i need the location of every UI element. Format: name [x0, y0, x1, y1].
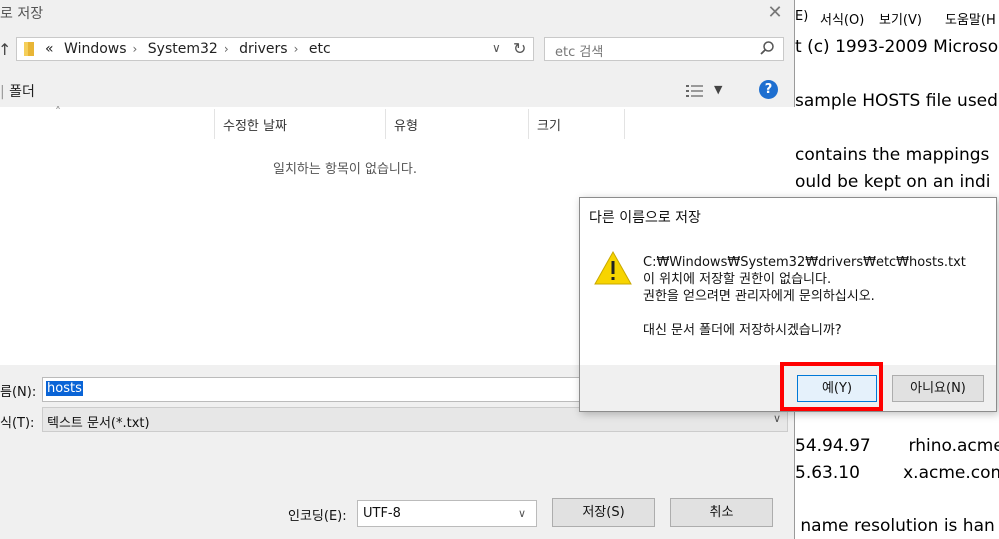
- close-icon[interactable]: ✕: [764, 2, 786, 24]
- menu-format[interactable]: 서식(O): [820, 9, 864, 28]
- warning-icon: [594, 250, 632, 285]
- column-header-size[interactable]: 크기: [537, 115, 561, 134]
- text-line: t (c) 1993-2009 Microso: [795, 37, 999, 57]
- search-placeholder: etc 검색: [555, 45, 604, 60]
- filename-value: hosts: [46, 381, 83, 396]
- breadcrumb-item[interactable]: etc: [309, 41, 331, 57]
- menu-edit[interactable]: E): [795, 9, 808, 24]
- breadcrumb-item[interactable]: Windows: [64, 41, 127, 57]
- encoding-value: UTF-8: [363, 506, 401, 521]
- chevron-down-icon[interactable]: ∨: [492, 41, 501, 55]
- encoding-label: 인코딩(E):: [288, 509, 347, 524]
- dialog-message: C:₩Windows₩System32₩drivers₩etc₩hosts.tx…: [643, 254, 966, 339]
- notepad-menubar: E) 서식(O) 보기(V) 도움말(H: [795, 9, 999, 29]
- column-header-type[interactable]: 유형: [394, 115, 418, 134]
- save-button[interactable]: 저장(S): [552, 498, 655, 527]
- no-button[interactable]: 아니요(N): [892, 375, 984, 402]
- search-icon[interactable]: [759, 40, 775, 56]
- refresh-icon[interactable]: ↻: [513, 39, 526, 58]
- new-folder-button[interactable]: | 폴더: [0, 81, 35, 101]
- dialog-title: 다른 이름으로 저장: [589, 210, 701, 226]
- column-header-date[interactable]: 수정한 날짜: [223, 115, 287, 134]
- column-divider[interactable]: [385, 109, 386, 139]
- cancel-button[interactable]: 취소: [670, 498, 773, 527]
- folder-icon: [24, 42, 34, 56]
- chevron-right-icon: ›: [132, 42, 138, 56]
- text-line: contains the mappings: [795, 145, 990, 165]
- breadcrumb: « Windows › System32 › drivers › etc: [45, 41, 337, 57]
- message-path: C:₩Windows₩System32₩drivers₩etc₩hosts.tx…: [643, 255, 966, 270]
- breadcrumb-prefix[interactable]: «: [45, 41, 54, 57]
- chevron-right-icon: ›: [223, 42, 229, 56]
- chevron-down-icon: ∨: [518, 507, 527, 520]
- breadcrumb-item[interactable]: System32: [148, 41, 218, 57]
- dialog-title: 로 저장: [0, 6, 44, 22]
- column-divider[interactable]: [528, 109, 529, 139]
- breadcrumb-item[interactable]: drivers: [239, 41, 287, 57]
- sort-up-icon: ˄: [55, 105, 61, 119]
- encoding-select[interactable]: UTF-8 ∨: [357, 500, 537, 527]
- chevron-down-icon: ∨: [773, 412, 782, 425]
- caret-down-icon[interactable]: ▼: [714, 83, 722, 96]
- message-line: 이 위치에 저장할 권한이 없습니다.: [643, 272, 832, 287]
- column-divider[interactable]: [624, 109, 625, 139]
- filetype-value: 텍스트 문서(*.txt): [47, 416, 150, 431]
- address-bar[interactable]: « Windows › System32 › drivers › etc ∨ ↻: [16, 37, 534, 61]
- help-icon[interactable]: ?: [759, 80, 778, 99]
- text-line: 5.63.10 x.acme.com: [795, 463, 999, 483]
- text-line: ould be kept on an indi: [795, 172, 991, 192]
- text-line: 54.94.97 rhino.acme.c: [795, 436, 999, 456]
- text-line: sample HOSTS file used: [795, 91, 998, 111]
- new-folder-label: 폴더: [9, 84, 35, 100]
- search-input[interactable]: etc 검색: [544, 37, 784, 61]
- view-options-icon[interactable]: [686, 84, 704, 98]
- chevron-right-icon: ›: [293, 42, 299, 56]
- highlight-annotation: [780, 362, 883, 411]
- message-question: 대신 문서 폴더에 저장하시겠습니까?: [643, 323, 842, 338]
- text-line: name resolution is han: [795, 516, 995, 536]
- empty-message: 일치하는 항목이 없습니다.: [273, 162, 417, 177]
- up-arrow-icon[interactable]: ↑: [0, 40, 11, 59]
- filename-label: 름(N):: [0, 385, 37, 400]
- toolbar-divider: |: [0, 84, 5, 100]
- menu-help[interactable]: 도움말(H: [945, 9, 996, 28]
- column-divider[interactable]: [214, 109, 215, 139]
- message-line: 권한을 얻으려면 관리자에게 문의하십시오.: [643, 289, 875, 304]
- menu-view[interactable]: 보기(V): [879, 9, 922, 28]
- filetype-label: 식(T):: [0, 416, 35, 431]
